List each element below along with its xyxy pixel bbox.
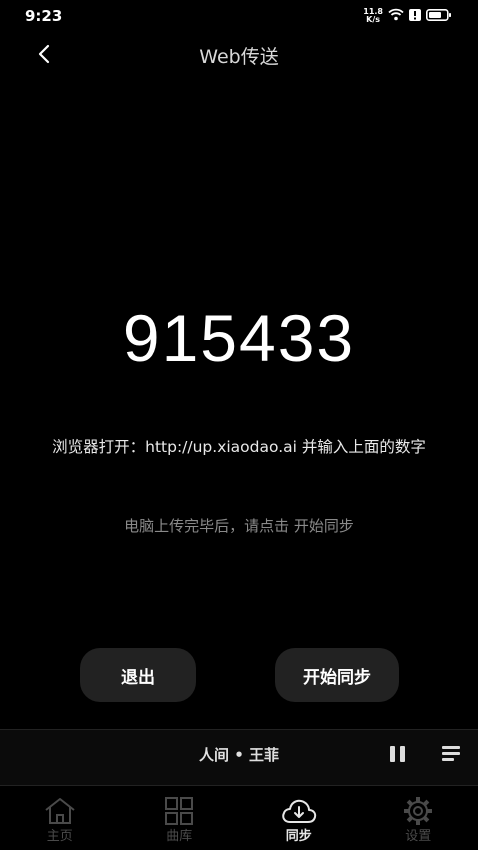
alert-icon — [409, 6, 421, 25]
instruction-text: 浏览器打开：http://up.xiaodao.ai 并输入上面的数字 — [52, 438, 426, 456]
status-time: 9:23 — [25, 7, 63, 25]
network-speed: 11.8 K/s — [363, 7, 383, 24]
start-sync-button[interactable]: 开始同步 — [275, 648, 399, 702]
network-speed-unit: K/s — [366, 14, 381, 24]
tab-sync[interactable]: 同步 — [239, 786, 359, 850]
tab-settings-label: 设置 — [405, 829, 432, 844]
tab-settings[interactable]: 设置 — [359, 786, 478, 850]
battery-icon — [426, 6, 452, 25]
bottom-tab-bar: 主页 曲库 同步 设置 — [0, 786, 478, 850]
tab-home-label: 主页 — [46, 829, 73, 844]
tab-sync-label: 同步 — [285, 829, 312, 844]
status-bar: 9:23 11.8 K/s — [0, 0, 478, 32]
tab-library-label: 曲库 — [166, 829, 193, 844]
tab-home[interactable]: 主页 — [0, 786, 120, 850]
status-icons: 11.8 K/s — [363, 6, 452, 25]
tab-library[interactable]: 曲库 — [120, 786, 240, 850]
playlist-button[interactable] — [442, 746, 460, 762]
pause-button[interactable] — [388, 744, 408, 764]
page-title: Web传送 — [199, 46, 279, 68]
transfer-code: 915433 — [122, 301, 356, 375]
top-bar: Web传送 — [0, 32, 478, 76]
hint-text: 电脑上传完毕后，请点击 开始同步 — [124, 517, 354, 535]
wifi-icon — [388, 6, 404, 25]
mini-player[interactable]: 人间 • 王菲 — [0, 729, 478, 786]
exit-button[interactable]: 退出 — [80, 648, 196, 702]
